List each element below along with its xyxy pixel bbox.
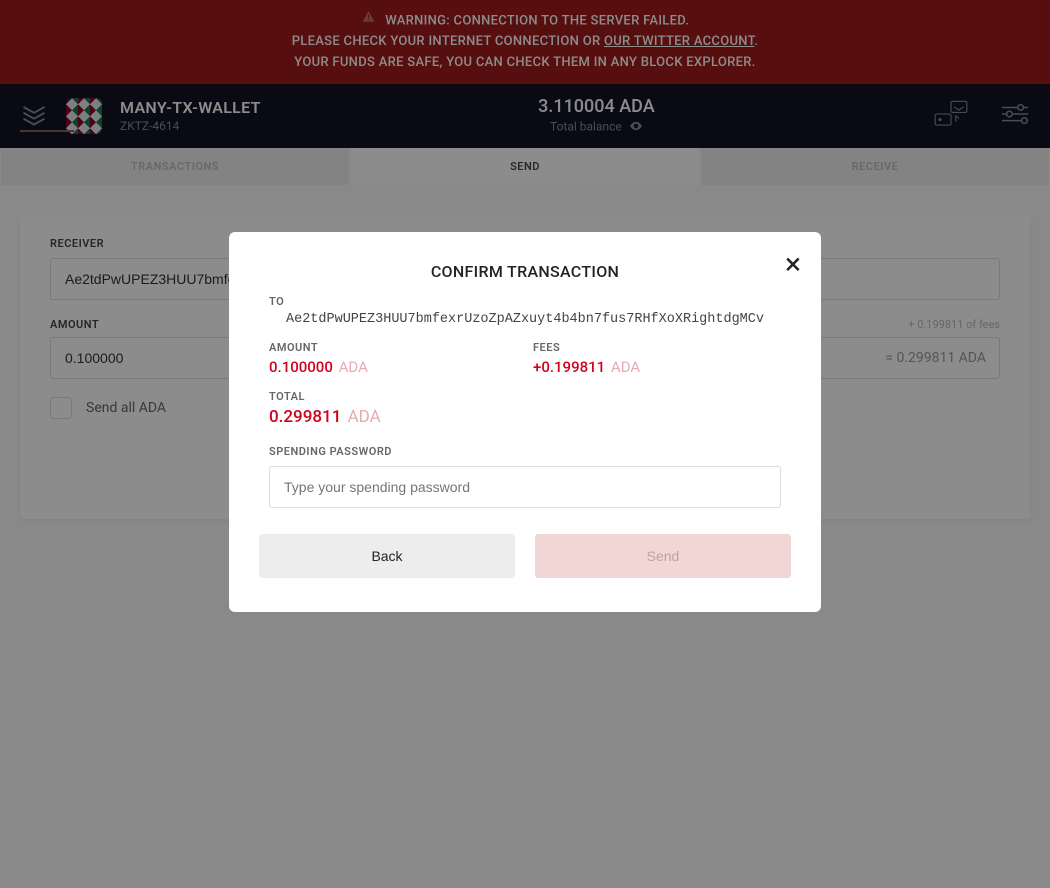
close-icon[interactable]: ×: [785, 250, 801, 280]
modal-total-label: TOTAL: [269, 390, 781, 403]
send-button[interactable]: Send: [535, 534, 791, 578]
confirm-transaction-modal: CONFIRM TRANSACTION × TO Ae2tdPwUPEZ3HUU…: [229, 232, 821, 612]
to-address: Ae2tdPwUPEZ3HUU7bmfexrUzoZpAZxuyt4b4bn7f…: [259, 312, 791, 327]
modal-amount-currency: ADA: [339, 358, 368, 376]
modal-fees-currency: ADA: [611, 358, 640, 376]
modal-overlay[interactable]: CONFIRM TRANSACTION × TO Ae2tdPwUPEZ3HUU…: [0, 0, 1050, 888]
spending-password-input[interactable]: [269, 466, 781, 508]
spending-password-label: SPENDING PASSWORD: [269, 445, 781, 458]
back-button[interactable]: Back: [259, 534, 515, 578]
modal-total-value: 0.299811: [269, 407, 341, 427]
modal-fees-value: +0.199811: [533, 358, 605, 376]
modal-amount-label: AMOUNT: [269, 341, 517, 354]
modal-fees-label: FEES: [533, 341, 781, 354]
modal-amount-value: 0.100000: [269, 358, 333, 376]
to-label: TO: [259, 295, 791, 308]
modal-title: CONFIRM TRANSACTION: [259, 262, 791, 281]
modal-total-currency: ADA: [348, 407, 381, 427]
